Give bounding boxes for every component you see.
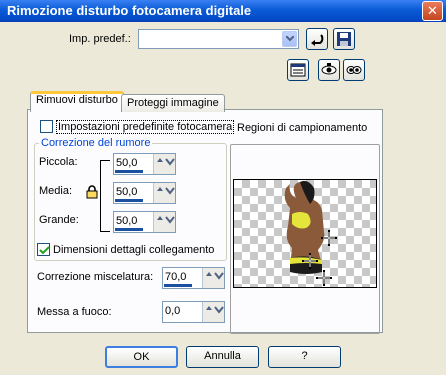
save-preset-button[interactable]: [333, 28, 355, 50]
focus-value: 0,0: [165, 305, 181, 317]
eye-button[interactable]: [343, 59, 365, 81]
sample-marker-2[interactable]: [302, 253, 318, 269]
defaults-checkbox-label: Impostazioni predefinite fotocamera: [56, 120, 235, 134]
large-level-bar: [115, 228, 143, 231]
lock-icon[interactable]: [86, 185, 98, 202]
blend-value: 70,0: [165, 271, 187, 283]
sampling-preview[interactable]: [233, 179, 377, 288]
help-button[interactable]: ?: [268, 346, 341, 368]
sampling-title: Regioni di campionamento: [237, 122, 368, 134]
small-value: 50,0: [116, 157, 138, 169]
large-spinner[interactable]: 50,0: [113, 211, 176, 233]
link-sizes-checkbox[interactable]: [37, 243, 50, 256]
large-spinner-arrows[interactable]: [153, 212, 175, 232]
spin-arrows-icon: [206, 306, 224, 314]
cancel-button[interactable]: Annulla: [186, 346, 259, 368]
spin-arrows-icon: [157, 216, 175, 224]
sample-marker-1[interactable]: [321, 230, 337, 246]
large-label: Grande:: [39, 214, 79, 226]
blend-label: Correzione miscelatura:: [37, 271, 154, 283]
medium-spinner-arrows[interactable]: [153, 183, 175, 203]
small-level-bar: [115, 170, 143, 173]
medium-spinner[interactable]: 50,0: [113, 182, 176, 204]
medium-level-bar: [115, 199, 143, 202]
undo-arrow-icon: [311, 34, 324, 46]
small-spinner-arrows[interactable]: [153, 154, 175, 174]
defaults-checkbox[interactable]: [40, 120, 53, 133]
noise-correction-title: Correzione del rumore: [39, 137, 153, 149]
close-button[interactable]: ✕: [422, 1, 443, 21]
title-bar: Rimozione disturbo fotocamera digitale ✕: [0, 0, 446, 22]
eyes-icon: [346, 66, 362, 74]
floppy-disk-icon: [337, 32, 351, 46]
blend-spinner-arrows[interactable]: [202, 268, 224, 288]
large-value: 50,0: [116, 215, 138, 227]
sample-marker-3[interactable]: [316, 270, 332, 286]
tab-rimuovi-disturbo[interactable]: Rimuovi disturbo: [30, 91, 124, 112]
blend-spinner[interactable]: 70,0: [162, 267, 225, 289]
medium-value: 50,0: [116, 186, 138, 198]
reset-button[interactable]: [306, 28, 328, 50]
small-label: Piccola:: [39, 156, 78, 168]
medium-label: Media:: [39, 185, 73, 197]
spin-arrows-icon: [157, 187, 175, 195]
link-sizes-label: Dimensioni dettagli collegamento: [53, 244, 215, 256]
chevron-down-icon[interactable]: [282, 31, 297, 47]
model-figure-image: [284, 180, 325, 274]
spin-arrows-icon: [206, 272, 224, 280]
preset-label: Imp. predef.:: [69, 33, 131, 45]
blend-level-bar: [164, 284, 192, 287]
window-title: Rimozione disturbo fotocamera digitale: [7, 3, 252, 18]
preset-dropdown[interactable]: [138, 29, 299, 49]
focus-label: Messa a fuoco:: [37, 306, 112, 318]
eye-lock-button[interactable]: [318, 59, 340, 81]
focus-spinner[interactable]: 0,0: [162, 301, 225, 323]
ok-button[interactable]: OK: [105, 346, 178, 368]
checkmark-icon: [39, 246, 50, 255]
link-bracket: [100, 160, 110, 232]
preview-toggle-button[interactable]: [287, 59, 309, 81]
focus-spinner-arrows[interactable]: [202, 302, 224, 322]
spin-arrows-icon: [157, 158, 175, 166]
tab-proteggi-immagine[interactable]: Proteggi immagine: [121, 94, 225, 112]
eye-icon: [321, 63, 337, 75]
window-icon: [290, 63, 306, 77]
small-spinner[interactable]: 50,0: [113, 153, 176, 175]
